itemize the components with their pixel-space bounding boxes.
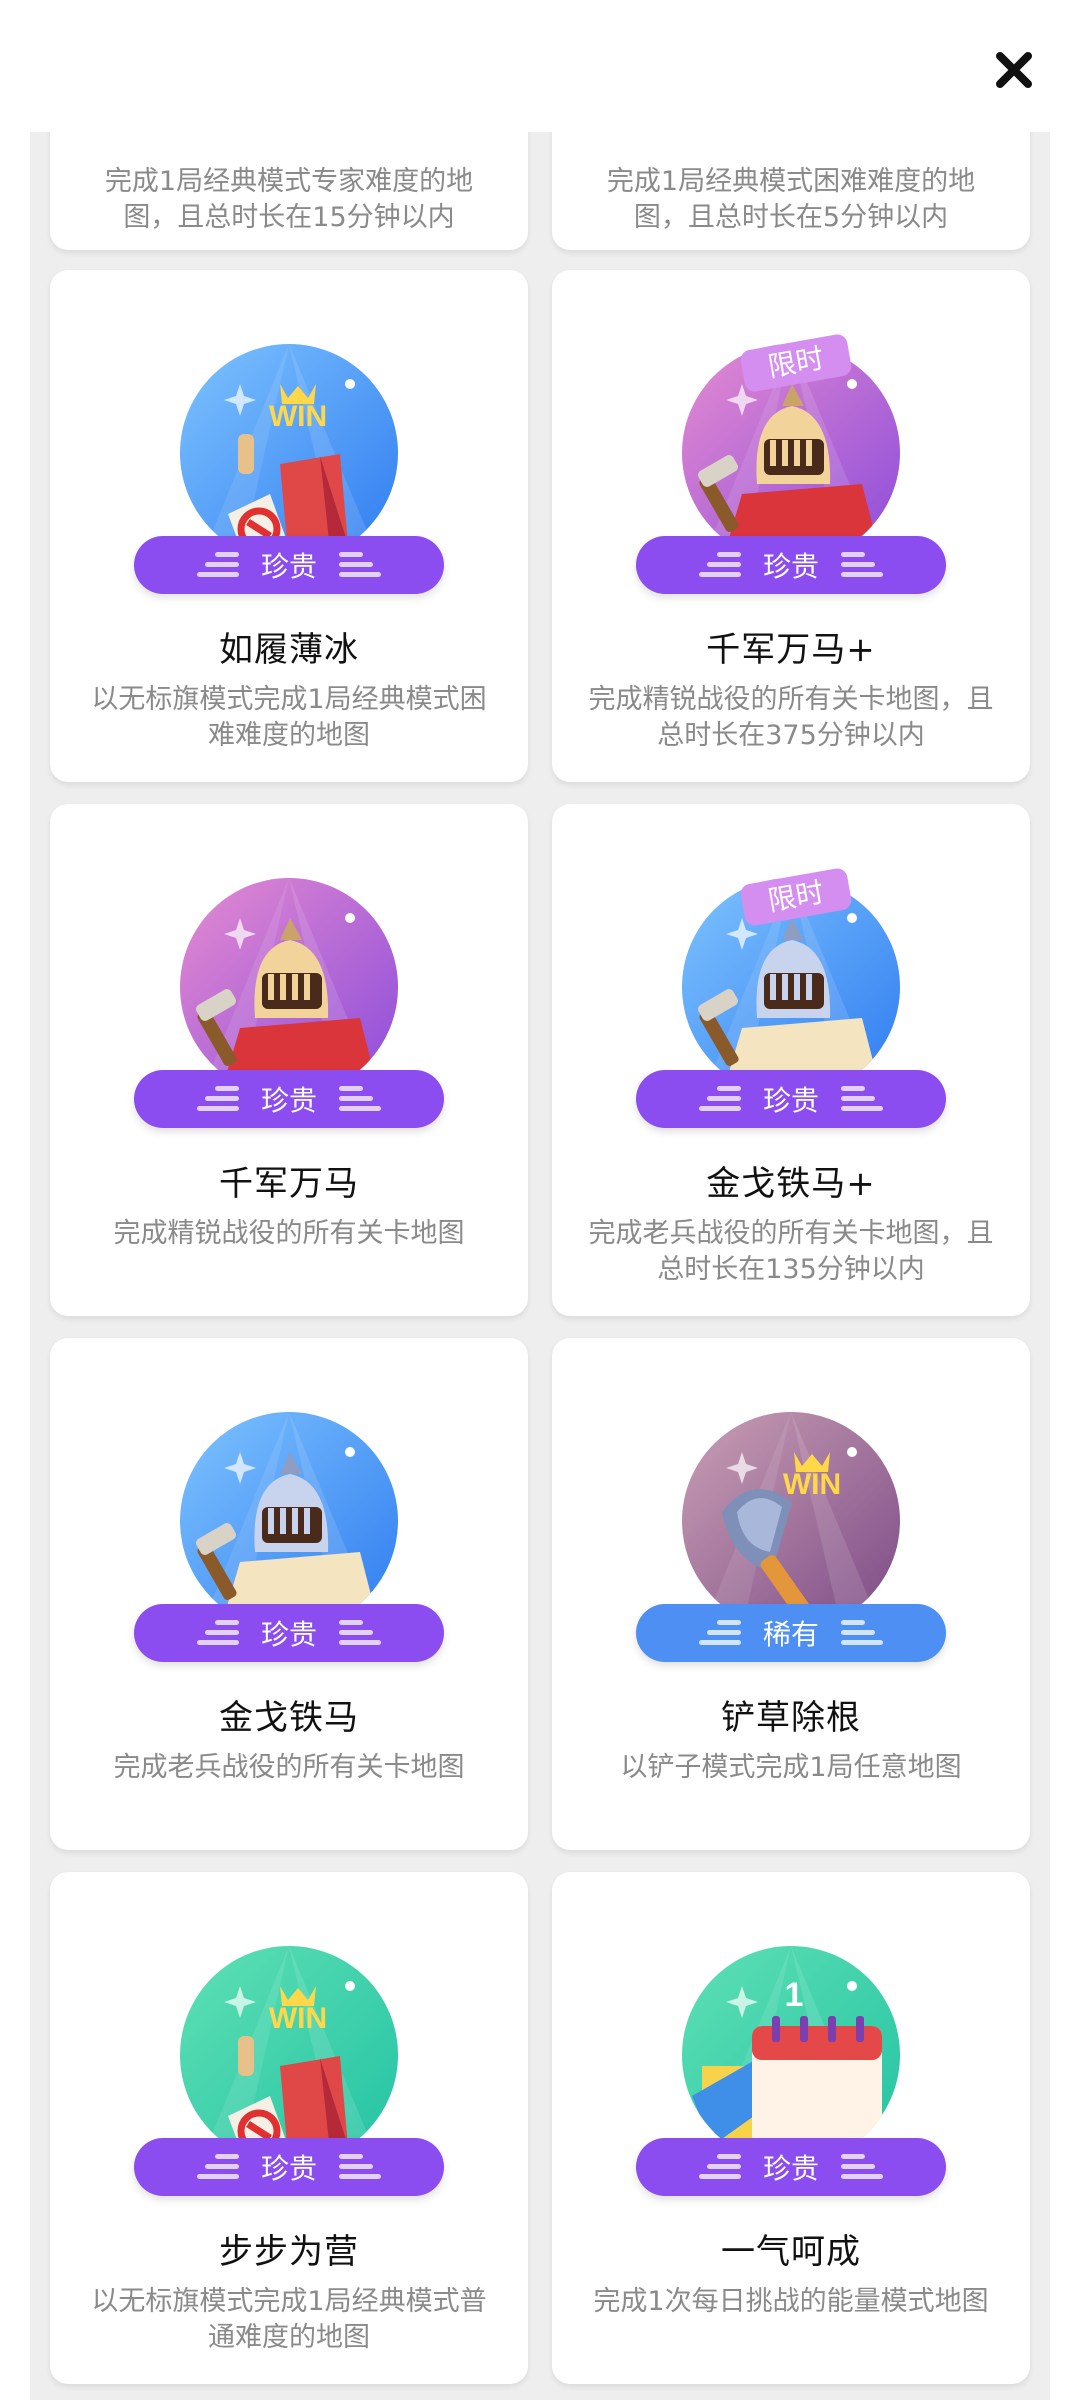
svg-text:1: 1	[785, 1976, 804, 2014]
achievement-card[interactable]: WIN 珍贵 步步为营 以无标旗模式完成1局经典模式普通难度的地图	[50, 1872, 528, 2384]
achievement-card[interactable]: 限时 珍贵 千军万马+ 完成精锐战役的所有关卡地图，且总时长在375分钟以内	[552, 270, 1030, 782]
achievement-card-partial-left[interactable]: 完成1局经典模式专家难度的地图，且总时长在15分钟以内	[50, 132, 528, 250]
rarity-label: 珍贵	[762, 550, 819, 583]
achievement-card[interactable]: 1 珍贵 一气呵成 完成1次每日挑战的能量模式地图	[552, 1872, 1030, 2384]
rarity-decoration-icon	[698, 550, 741, 580]
achievement-title: 金戈铁马+	[706, 1164, 876, 1204]
badge-medal: WIN	[180, 344, 398, 562]
achievement-desc: 完成1局经典模式困难难度的地图，且总时长在5分钟以内	[606, 166, 976, 233]
rarity-decoration-icon	[339, 2152, 381, 2182]
achievement-desc: 完成老兵战役的所有关卡地图	[113, 1752, 465, 1783]
rarity-label: 珍贵	[260, 1618, 317, 1651]
rarity-decoration-icon	[698, 2152, 741, 2182]
achievement-desc: 以无标旗模式完成1局经典模式普通难度的地图	[91, 2286, 487, 2353]
rarity-decoration-icon	[841, 1618, 883, 1648]
rarity-pill: 珍贵	[134, 1604, 444, 1662]
svg-text:WIN: WIN	[783, 1468, 841, 1501]
rarity-decoration-icon	[841, 2152, 883, 2182]
achievement-badge: 1 珍贵	[636, 1936, 946, 2196]
achievement-badge: 珍贵	[134, 868, 444, 1128]
badge-art: 1	[682, 1946, 900, 2164]
achievement-desc: 以铲子模式完成1局任意地图	[620, 1752, 962, 1783]
badge-medal: WIN	[682, 1412, 900, 1630]
rarity-label: 珍贵	[762, 1084, 819, 1117]
rarity-label: 珍贵	[762, 2152, 819, 2185]
achievement-card[interactable]: 限时 珍贵 金戈铁马+ 完成老兵战役的所有关卡地图，且总时长在135分钟以内	[552, 804, 1030, 1316]
achievement-card[interactable]: 珍贵 千军万马 完成精锐战役的所有关卡地图	[50, 804, 528, 1316]
rarity-decoration-icon	[196, 1084, 239, 1114]
achievement-badge: WIN 珍贵	[134, 1936, 444, 2196]
achievement-card[interactable]: 珍贵 金戈铁马 完成老兵战役的所有关卡地图	[50, 1338, 528, 1850]
achievement-desc: 完成1次每日挑战的能量模式地图	[593, 2286, 989, 2317]
achievement-title: 一气呵成	[721, 2232, 861, 2272]
rarity-label: 珍贵	[260, 550, 317, 583]
rarity-label: 珍贵	[260, 1084, 317, 1117]
achievement-title: 千军万马	[219, 1164, 359, 1204]
badge-art: WIN	[180, 1946, 398, 2164]
rarity-pill: 稀有	[636, 1604, 946, 1662]
achievement-badge: WIN 珍贵	[134, 334, 444, 594]
achievement-desc: 以无标旗模式完成1局经典模式困难难度的地图	[91, 684, 487, 751]
achievement-title: 铲草除根	[721, 1698, 861, 1738]
rarity-decoration-icon	[339, 550, 381, 580]
rarity-pill: 珍贵	[636, 2138, 946, 2196]
achievement-desc: 完成精锐战役的所有关卡地图，且总时长在375分钟以内	[588, 684, 994, 751]
rarity-decoration-icon	[698, 1618, 741, 1648]
badge-art	[180, 1412, 398, 1630]
achievement-card-partial-right[interactable]: 完成1局经典模式困难难度的地图，且总时长在5分钟以内	[552, 132, 1030, 250]
achievement-badge: WIN 稀有	[636, 1402, 946, 1662]
rarity-decoration-icon	[698, 1084, 741, 1114]
close-button[interactable]	[982, 38, 1046, 102]
svg-text:WIN: WIN	[269, 400, 327, 433]
rarity-label: 稀有	[762, 1618, 819, 1651]
badge-medal: 1	[682, 1946, 900, 2164]
achievement-desc: 完成老兵战役的所有关卡地图，且总时长在135分钟以内	[588, 1218, 994, 1285]
badge-medal	[180, 878, 398, 1096]
achievement-card[interactable]: WIN 珍贵 如履薄冰 以无标旗模式完成1局经典模式困难难度的地图	[50, 270, 528, 782]
achievement-title: 金戈铁马	[219, 1698, 359, 1738]
rarity-pill: 珍贵	[134, 2138, 444, 2196]
rarity-pill: 珍贵	[134, 536, 444, 594]
achievement-title: 如履薄冰	[219, 630, 359, 670]
badge-art: WIN	[682, 1412, 900, 1630]
badge-medal: WIN	[180, 1946, 398, 2164]
rarity-decoration-icon	[841, 1084, 883, 1114]
rarity-decoration-icon	[339, 1618, 381, 1648]
achievement-card[interactable]: WIN 稀有 铲草除根 以铲子模式完成1局任意地图	[552, 1338, 1030, 1850]
rarity-decoration-icon	[196, 2152, 239, 2182]
rarity-decoration-icon	[841, 550, 883, 580]
achievement-badge: 限时 珍贵	[636, 866, 946, 1128]
top-bar	[0, 0, 1080, 132]
achievement-panel[interactable]: 完成1局经典模式专家难度的地图，且总时长在15分钟以内 完成1局经典模式困难难度…	[30, 132, 1050, 2400]
rarity-label: 珍贵	[260, 2152, 317, 2185]
achievement-desc: 完成精锐战役的所有关卡地图	[113, 1218, 465, 1249]
rarity-pill: 珍贵	[134, 1070, 444, 1128]
achievement-desc: 完成1局经典模式专家难度的地图，且总时长在15分钟以内	[104, 166, 474, 233]
rarity-decoration-icon	[196, 1618, 239, 1648]
badge-medal	[180, 1412, 398, 1630]
achievement-badge: 限时 珍贵	[636, 332, 946, 594]
rarity-pill: 珍贵	[636, 536, 946, 594]
rarity-pill: 珍贵	[636, 1070, 946, 1128]
badge-art: WIN	[180, 344, 398, 562]
rarity-decoration-icon	[196, 550, 239, 580]
achievement-title: 千军万马+	[706, 630, 876, 670]
achievement-title: 步步为营	[219, 2232, 359, 2272]
svg-text:WIN: WIN	[269, 2002, 327, 2035]
achievement-badge: 珍贵	[134, 1402, 444, 1662]
close-icon	[996, 52, 1032, 88]
badge-art	[180, 878, 398, 1096]
rarity-decoration-icon	[339, 1084, 381, 1114]
